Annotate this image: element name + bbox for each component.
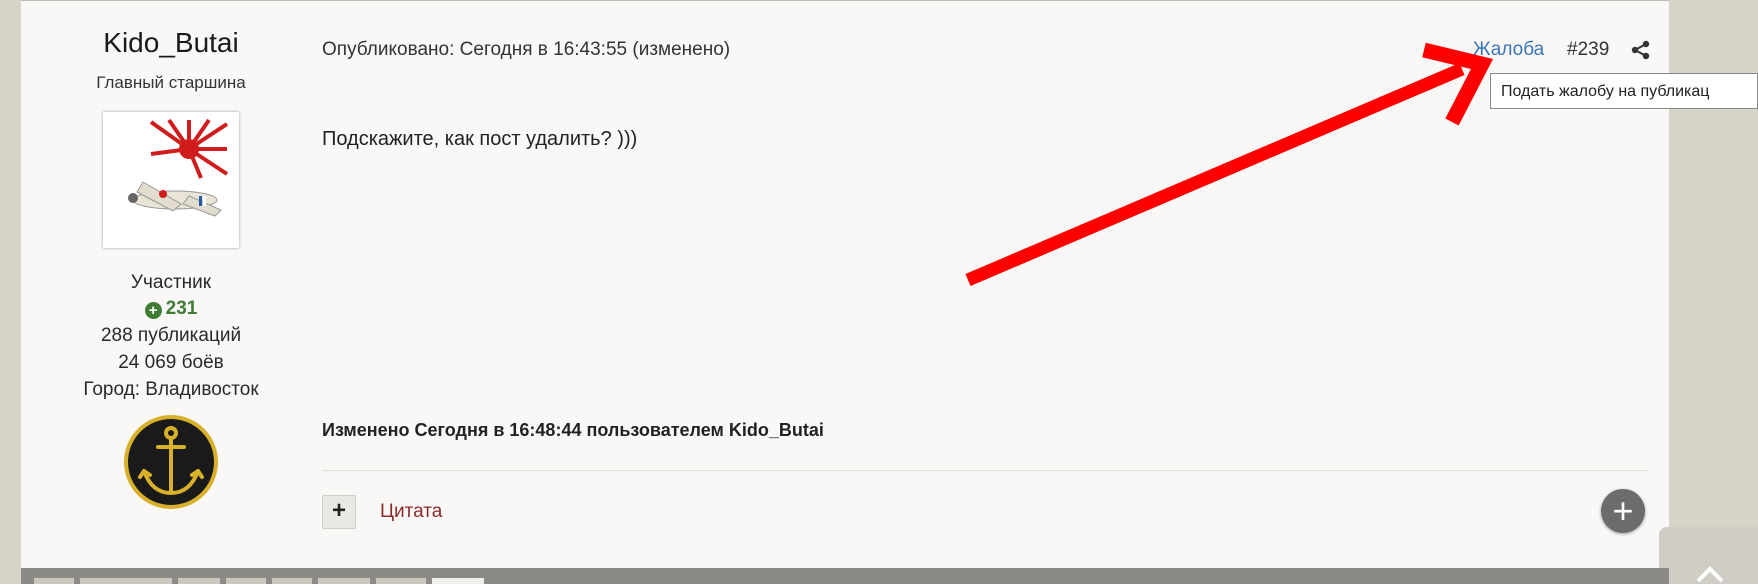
anchor-badge-icon (124, 415, 218, 509)
report-link[interactable]: Жалоба (1473, 39, 1544, 61)
divider (322, 470, 1649, 471)
share-icon[interactable] (1631, 40, 1651, 60)
footer-tab[interactable] (318, 578, 370, 584)
footer-tab[interactable] (376, 578, 426, 584)
member-group: Участник (130, 272, 212, 293)
reputation-value: 231 (165, 298, 198, 319)
footer-tab[interactable] (34, 578, 74, 584)
footer-tab[interactable] (80, 578, 172, 584)
footer-tab-active[interactable] (432, 578, 484, 584)
footer-bar (21, 568, 1669, 584)
footer-tab[interactable] (272, 578, 312, 584)
post-meta: Опубликовано: Сегодня в 16:43:55 (измене… (322, 39, 731, 60)
author-name[interactable]: Kido_Butai (21, 27, 321, 59)
footer-tab[interactable] (226, 578, 266, 584)
post-container: Kido_Butai Главный старшина Участник + 2… (21, 0, 1669, 569)
author-city: Город: Владивосток (83, 379, 259, 400)
battle-count: 24 069 боёв (118, 352, 224, 373)
reputation: +231 (21, 298, 321, 320)
quote-button[interactable]: Цитата (380, 501, 442, 523)
post-number-link[interactable]: #239 (1567, 39, 1609, 61)
post-content: Подскажите, как пост удалить? ))) (322, 128, 638, 150)
add-reaction-button[interactable]: + (1601, 489, 1645, 533)
report-tooltip: Подать жалобу на публикац (1490, 73, 1758, 109)
post-count: 288 публикаций (100, 325, 242, 346)
footer-tab[interactable] (178, 578, 220, 584)
multiquote-button[interactable]: + (322, 495, 356, 529)
avatar-image (103, 112, 239, 248)
plus-circle-icon: + (144, 302, 162, 319)
avatar[interactable] (103, 112, 239, 248)
chevron-up-icon (1696, 566, 1724, 583)
edited-note: Изменено Сегодня в 16:48:44 пользователе… (322, 420, 824, 440)
author-title: Главный старшина (96, 73, 246, 92)
scroll-to-top-button[interactable] (1659, 527, 1758, 584)
